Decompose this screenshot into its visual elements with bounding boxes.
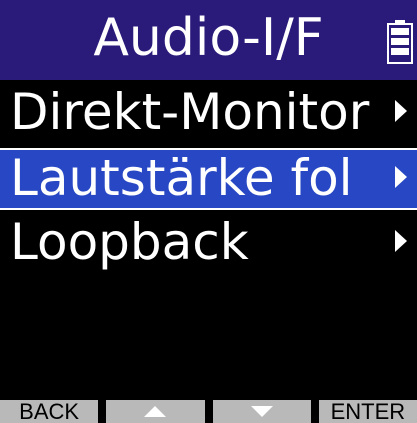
chevron-right-icon [395,100,407,122]
back-button[interactable]: BACK [0,400,99,423]
function-bar: BACK ENTER [0,400,417,423]
up-button[interactable] [106,400,205,423]
chevron-right-icon [395,166,407,188]
menu-item-label: Lautstärke fol [10,149,353,207]
menu-item-label: Direkt-Monitor [10,83,370,141]
enter-button[interactable]: ENTER [318,400,417,423]
title-bar: Audio-I/F [0,0,417,80]
menu-item-label: Loopback [10,213,249,271]
menu-item-direkt-monitor[interactable]: Direkt-Monitor [0,82,417,144]
chevron-right-icon [395,230,407,252]
device-screen: Audio-I/F Direkt-Monitor Lautstärke fol … [0,0,417,423]
battery-icon [387,20,413,64]
menu-item-loopback[interactable]: Loopback [0,212,417,274]
down-button[interactable] [212,400,311,423]
menu-item-lautstaerke[interactable]: Lautstärke fol [0,148,417,210]
menu-list: Direkt-Monitor Lautstärke fol Loopback [0,82,417,274]
page-title: Audio-I/F [93,8,324,68]
up-arrow-icon [144,406,167,417]
down-arrow-icon [250,406,273,417]
